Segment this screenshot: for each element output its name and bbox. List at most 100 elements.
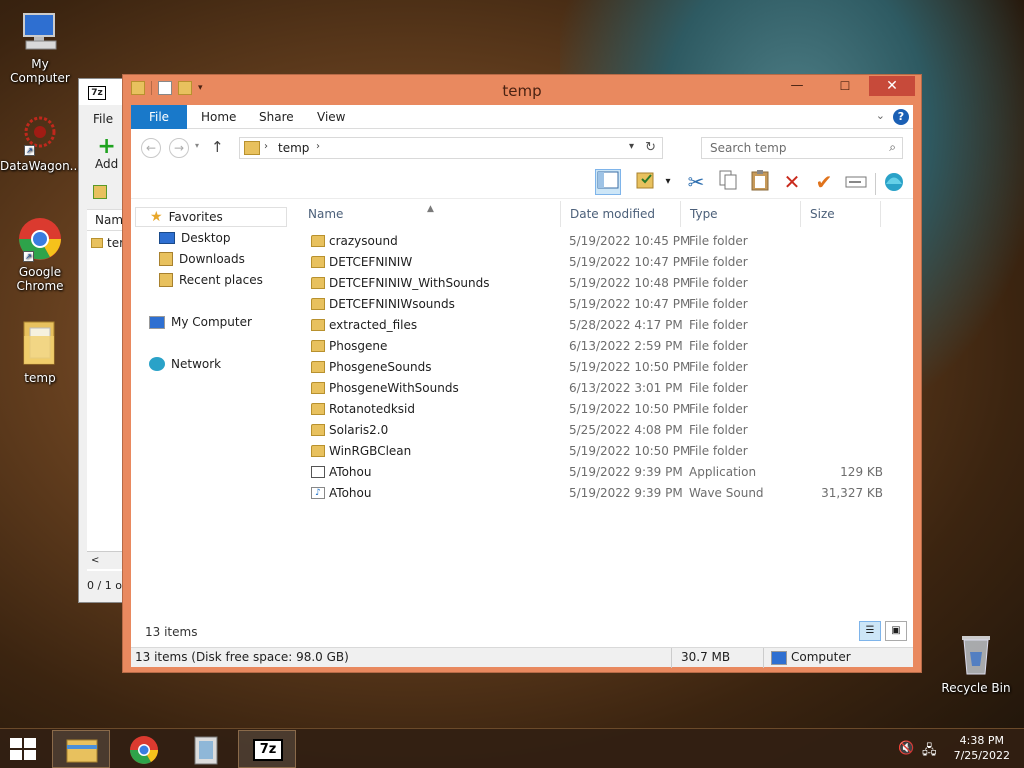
paste-icon[interactable] <box>747 169 773 195</box>
taskbar-7zip[interactable]: 7z <box>238 730 296 768</box>
table-row[interactable]: Phosgene 6/13/2022 2:59 PM File folder <box>299 336 903 357</box>
table-row[interactable]: DETCEFNINIWsounds 5/19/2022 10:47 PM File … <box>299 294 903 315</box>
breadcrumb-separator-icon[interactable]: › <box>264 141 268 152</box>
file-date: 5/19/2022 10:50 PM <box>569 360 691 374</box>
downloads-folder-icon <box>159 252 173 266</box>
table-row[interactable]: DETCEFNINIW 5/19/2022 10:47 PM File folder <box>299 252 903 273</box>
large-icons-view-button[interactable]: ▣ <box>885 621 907 641</box>
file-type: File folder <box>689 339 748 353</box>
sort-ascending-icon: ▲ <box>427 204 434 214</box>
explorer-window[interactable]: ▾ temp — ☐ ✕ File Home Share View ⌄ ? ← … <box>122 74 922 673</box>
7zip-menu-file[interactable]: File <box>93 112 113 126</box>
help-icon[interactable]: ? <box>893 109 909 125</box>
shell-icon[interactable] <box>881 169 907 195</box>
folder-icon <box>311 445 325 457</box>
start-button[interactable] <box>10 738 38 760</box>
table-row[interactable]: Rotanotedksid 5/19/2022 10:50 PM File fold… <box>299 399 903 420</box>
breadcrumb-temp[interactable]: temp <box>278 141 309 155</box>
table-row[interactable]: DETCEFNINIW_WithSounds 5/19/2022 10:48 PM… <box>299 273 903 294</box>
forward-button[interactable]: → <box>169 138 189 158</box>
select-folder-icon[interactable] <box>633 169 659 195</box>
file-type: File folder <box>689 297 748 311</box>
column-header-size[interactable]: Size <box>801 201 881 227</box>
delete-icon[interactable]: ✕ <box>779 169 805 195</box>
refresh-icon[interactable]: ↻ <box>645 140 656 155</box>
tab-file[interactable]: File <box>131 105 187 129</box>
file-type: File folder <box>689 444 748 458</box>
details-view-button[interactable]: ☰ <box>859 621 881 641</box>
breadcrumb-separator-icon[interactable]: › <box>316 141 320 152</box>
address-dropdown-icon[interactable]: ▾ <box>629 141 634 152</box>
minimize-button[interactable]: — <box>783 76 811 96</box>
file-date: 5/19/2022 10:48 PM <box>569 276 691 290</box>
table-row[interactable]: WinRGBClean 5/19/2022 10:50 PM File folder <box>299 441 903 462</box>
file-type: File folder <box>689 423 748 437</box>
folder-icon <box>91 238 103 248</box>
rename-icon[interactable] <box>843 169 869 195</box>
volume-muted-icon[interactable]: 🔇 <box>898 741 914 756</box>
ribbon-expand-chevron-icon[interactable]: ⌄ <box>876 109 885 122</box>
close-button[interactable]: ✕ <box>869 76 915 96</box>
checkmark-icon[interactable]: ✔ <box>811 169 837 195</box>
7zip-add-label: Add <box>95 157 119 171</box>
table-row[interactable]: PhosgeneSounds 5/19/2022 10:50 PM File fol… <box>299 357 903 378</box>
file-name: crazysound <box>329 234 398 248</box>
desktop-icon-temp[interactable]: temp <box>0 318 80 385</box>
search-input[interactable]: Search temp ⌕ <box>701 137 903 159</box>
list-item[interactable]: ter <box>91 236 124 250</box>
nav-item-network[interactable]: Network <box>149 354 221 374</box>
column-header-date-modified[interactable]: Date modified <box>561 201 681 227</box>
table-row[interactable]: Solaris2.0 5/25/2022 4:08 PM File folder <box>299 420 903 441</box>
folder-icon <box>311 424 325 436</box>
nav-item-desktop[interactable]: Desktop <box>159 228 231 248</box>
file-name: DETCEFNINIW <box>329 255 413 269</box>
file-date: 5/28/2022 4:17 PM <box>569 318 683 332</box>
taskbar-archive-app[interactable] <box>176 730 234 768</box>
table-row[interactable]: crazysound 5/19/2022 10:45 PM File folder <box>299 231 903 252</box>
tab-view[interactable]: View <box>303 105 359 129</box>
back-button[interactable]: ← <box>141 138 161 158</box>
up-folder-icon[interactable] <box>93 185 107 199</box>
table-row[interactable]: extracted_files 5/28/2022 4:17 PM File fol… <box>299 315 903 336</box>
folder-icon <box>311 319 325 331</box>
preview-pane-button[interactable] <box>595 169 621 195</box>
nav-item-my-computer[interactable]: My Computer <box>149 312 252 332</box>
nav-item-recent-places[interactable]: Recent places <box>159 270 263 290</box>
column-header-type[interactable]: Type <box>681 201 801 227</box>
file-name: ATohou <box>329 465 372 479</box>
address-bar[interactable]: › temp › ▾ ↻ <box>239 137 663 159</box>
copy-icon[interactable] <box>715 169 741 195</box>
folder-icon <box>311 340 325 352</box>
taskbar-file-explorer[interactable] <box>52 730 110 768</box>
file-size: 31,327 KB <box>821 486 883 500</box>
explorer-titlebar[interactable]: ▾ temp — ☐ ✕ <box>123 75 921 105</box>
desktop-icon-my-computer[interactable]: My Computer <box>0 10 80 85</box>
nav-label: Network <box>171 357 222 371</box>
table-row[interactable]: PhosgeneWithSounds 6/13/2022 3:01 PM File … <box>299 378 903 399</box>
cut-icon[interactable]: ✂ <box>683 169 709 195</box>
7zip-add-button[interactable]: + Add <box>95 136 119 172</box>
desktop-icon-datawagon[interactable]: ↗ DataWagon... <box>0 112 81 173</box>
shortcut-arrow-icon: ↗ <box>23 251 34 262</box>
application-icon <box>311 466 325 478</box>
column-header-name[interactable]: ▲ Name <box>299 201 561 227</box>
status-bar: 13 items (Disk free space: 98.0 GB) 30.7… <box>131 647 913 668</box>
recent-locations-chevron-icon[interactable]: ▾ <box>195 141 199 150</box>
windows-logo-icon <box>10 738 22 748</box>
clock-time: 4:38 PM <box>959 734 1004 747</box>
taskbar-chrome[interactable] <box>114 730 172 768</box>
tab-share[interactable]: Share <box>245 105 308 129</box>
up-button[interactable]: ↑ <box>211 138 224 156</box>
nav-item-downloads[interactable]: Downloads <box>159 249 245 269</box>
desktop-icon-recycle-bin[interactable]: Recycle Bin <box>936 630 1016 695</box>
network-tray-icon[interactable]: 🖧 <box>922 741 937 763</box>
clock[interactable]: 4:38 PM 7/25/2022 <box>954 733 1010 763</box>
table-row[interactable]: ATohou 5/19/2022 9:39 PM Application 129 KB <box>299 462 903 483</box>
nav-item-favorites[interactable]: ★ Favorites <box>135 207 287 227</box>
file-type: File folder <box>689 234 748 248</box>
maximize-button[interactable]: ☐ <box>831 76 859 96</box>
chevron-down-icon[interactable]: ▾ <box>661 169 675 195</box>
desktop-icon-google-chrome[interactable]: ↗ Google Chrome <box>0 216 80 293</box>
tab-home[interactable]: Home <box>187 105 250 129</box>
table-row[interactable]: ♪ ATohou 5/19/2022 9:39 PM Wave Sound 31,327… <box>299 483 903 504</box>
